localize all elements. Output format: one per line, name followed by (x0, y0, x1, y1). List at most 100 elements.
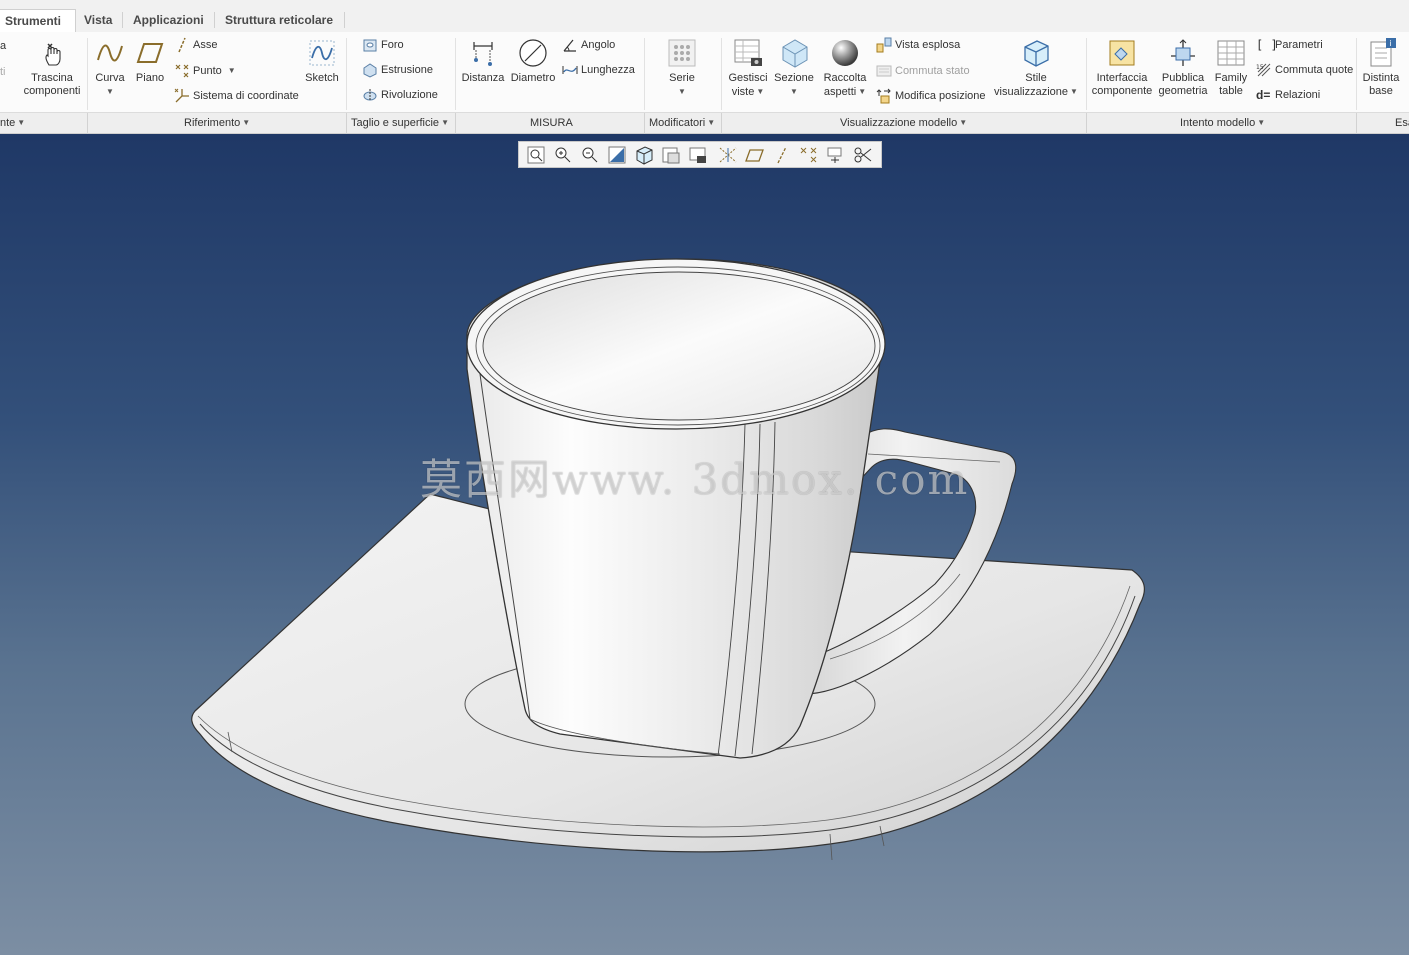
point-display-icon[interactable] (798, 145, 820, 165)
angle-icon (563, 39, 576, 52)
group-label-intento-modello[interactable]: Intento modello ▼ (1180, 117, 1265, 129)
toggle-dimensions-button[interactable]: 15 Commuta quote (1256, 61, 1353, 79)
toggle-state-icon (876, 65, 892, 77)
publish-geometry-button[interactable]: Pubblica geometria (1156, 38, 1210, 98)
hole-icon (363, 39, 377, 52)
chevron-down-icon[interactable]: ▼ (756, 85, 764, 98)
relations-icon: d= (1256, 88, 1271, 103)
point-icon (175, 64, 189, 78)
manage-views-button[interactable]: Gestisci viste ▼ (724, 38, 772, 99)
family-table-button[interactable]: Family table (1212, 38, 1250, 98)
display-style-button[interactable]: Stile visualizzazione ▼ (990, 38, 1082, 99)
angle-button[interactable]: Angolo (562, 36, 615, 54)
zoom-in-icon[interactable] (552, 145, 574, 165)
chevron-down-icon: ▼ (17, 118, 26, 127)
chevron-down-icon: ▼ (441, 118, 449, 127)
view-manager-icon[interactable] (687, 145, 709, 165)
revolve-icon (363, 89, 377, 102)
ribbon-divider (455, 38, 456, 110)
distance-label: Distanza (461, 72, 505, 84)
refit-icon[interactable] (525, 145, 547, 165)
curve-button[interactable]: Curva ▼ (92, 38, 128, 98)
length-label: Lunghezza (581, 64, 635, 76)
display-style-label: Stile visualizzazione (994, 72, 1069, 98)
zoom-out-icon[interactable] (579, 145, 601, 165)
tab-applicazioni[interactable]: Applicazioni (125, 9, 212, 32)
exploded-view-button[interactable]: Vista esplosa (876, 36, 960, 54)
diameter-label: Diametro (510, 72, 556, 84)
chevron-down-icon[interactable]: ▼ (92, 85, 128, 98)
tab-strumenti[interactable]: Strumenti (0, 9, 76, 33)
group-divider (346, 113, 347, 135)
group-label-modificatori[interactable]: Modificatori ▼ (649, 117, 715, 129)
publish-geometry-icon (1171, 39, 1195, 66)
axis-display-icon[interactable] (771, 145, 793, 165)
bill-of-materials-icon: i (1370, 38, 1396, 67)
chevron-down-icon[interactable]: ▼ (1070, 85, 1078, 98)
distance-button[interactable]: Distanza (460, 38, 506, 85)
tab-divider (214, 12, 215, 28)
sketch-button[interactable]: Sketch (302, 38, 342, 85)
chevron-down-icon[interactable]: ▼ (228, 62, 236, 80)
tab-struttura-reticolare[interactable]: Struttura reticolare (217, 9, 341, 32)
toggle-state-label: Commuta stato (895, 65, 970, 77)
drag-components-button[interactable]: Trascina componenti (18, 38, 86, 98)
ribbon-divider (87, 38, 88, 110)
plane-button[interactable]: Piano (132, 38, 168, 85)
family-table-icon (1217, 40, 1245, 66)
group-label-riferimento[interactable]: Riferimento ▼ (184, 117, 250, 129)
watermark-text: 莫西网www. 3dmox. com (420, 455, 970, 504)
diameter-button[interactable]: Diametro (510, 38, 556, 85)
chevron-down-icon[interactable]: ▼ (772, 85, 816, 98)
relations-button[interactable]: d= Relazioni (1256, 86, 1320, 104)
hole-button[interactable]: Foro (362, 36, 404, 54)
extrude-button[interactable]: Estrusione (362, 61, 433, 79)
group-label-assembly[interactable]: nte ▼ (0, 117, 25, 129)
svg-text:15: 15 (1256, 64, 1264, 71)
component-interface-button[interactable]: Interfaccia componente (1090, 38, 1154, 98)
chevron-down-icon[interactable]: ▼ (858, 85, 866, 98)
curve-label: Curva (95, 72, 125, 84)
point-button[interactable]: Punto ▼ (174, 62, 236, 80)
annotation-display-icon[interactable] (852, 145, 874, 165)
bill-of-materials-button[interactable]: i Distinta base (1360, 38, 1402, 98)
length-button[interactable]: Lunghezza (562, 61, 635, 79)
group-divider (1356, 113, 1357, 135)
group-label-taglio-superficie[interactable]: Taglio e superficie ▼ (351, 117, 449, 129)
chevron-down-icon: ▼ (1257, 118, 1266, 127)
pattern-button[interactable]: Serie ▼ (660, 38, 704, 98)
coordinate-system-button[interactable]: Sistema di coordinate (174, 87, 299, 105)
toggle-state-button[interactable]: Commuta stato (876, 62, 970, 80)
cup-and-saucer-model[interactable] (0, 134, 1409, 955)
axis-button[interactable]: Asse (174, 36, 217, 54)
revolve-button[interactable]: Rivoluzione (362, 86, 438, 104)
chevron-down-icon[interactable]: ▼ (660, 85, 704, 98)
svg-text:i: i (1390, 39, 1392, 48)
group-label-visualizzazione-modello[interactable]: Visualizzazione modello ▼ (840, 117, 967, 129)
saved-views-icon[interactable] (660, 145, 682, 165)
group-label-esamina[interactable]: Esa (1395, 117, 1409, 129)
exploded-view-icon (876, 37, 892, 53)
graphics-viewport[interactable]: 莫西网www. 3dmox. com (0, 134, 1409, 955)
manage-views-icon (734, 39, 762, 66)
parameters-button[interactable]: [ ]Parametri (1256, 36, 1323, 54)
section-button[interactable]: Sezione ▼ (772, 38, 816, 98)
section-label: Sezione (774, 72, 814, 84)
sketch-label: Sketch (305, 72, 339, 84)
family-table-label: Family table (1214, 72, 1248, 97)
component-interface-icon (1109, 40, 1135, 66)
drag-components-label: Trascina componenti (23, 72, 81, 97)
display-style-icon[interactable] (633, 145, 655, 165)
edit-position-button[interactable]: Modifica posizione (876, 87, 986, 105)
csys-display-icon[interactable] (825, 145, 847, 165)
datum-display-icon[interactable] (717, 145, 739, 165)
parameters-icon: [ ] (1256, 38, 1278, 53)
appearance-gallery-button[interactable]: Raccolta aspetti ▼ (818, 38, 872, 99)
repaint-icon[interactable] (606, 145, 628, 165)
tab-vista[interactable]: Vista (76, 9, 120, 32)
point-label: Punto (193, 65, 222, 77)
exploded-view-label: Vista esplosa (895, 39, 961, 51)
plane-display-icon[interactable] (744, 145, 766, 165)
ribbon-divider (1086, 38, 1087, 110)
chevron-down-icon: ▼ (707, 118, 716, 127)
